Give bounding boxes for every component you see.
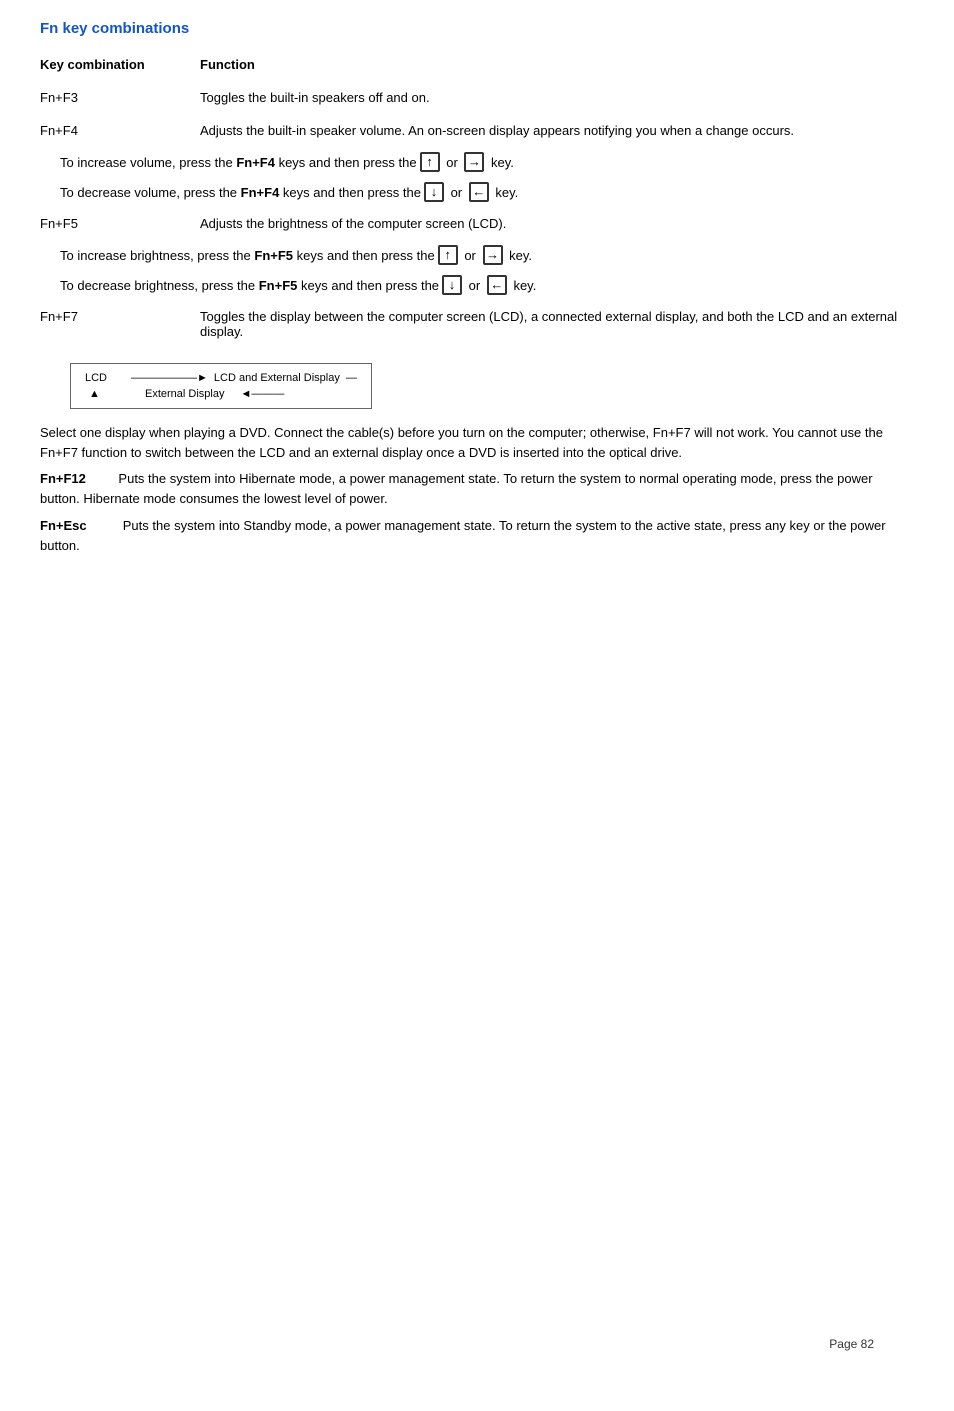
key-text-3: key. <box>506 248 533 263</box>
fn-esc-block: Fn+Esc Puts the system into Standby mode… <box>40 516 914 556</box>
fn-esc-tab <box>90 518 119 533</box>
right-arrow-icon-bright: → <box>483 245 503 265</box>
up-arrow-icon-bright: ↑ <box>438 245 458 265</box>
brightness-decrease-text: To decrease brightness, press the Fn+F5 … <box>60 278 439 293</box>
volume-increase-text: To increase volume, press the Fn+F4 keys… <box>60 155 417 170</box>
key-text-1: key. <box>487 155 514 170</box>
key-text-4: key. <box>510 278 537 293</box>
diagram-up-arrow: ▲ <box>85 388 125 400</box>
header-key-combination: Key combination <box>40 57 200 72</box>
right-arrow-icon: → <box>464 152 484 172</box>
or-text-3: or <box>461 248 480 263</box>
or-text-1: or <box>443 155 462 170</box>
fn-f3-key: Fn+F3 <box>40 90 200 105</box>
page-title: Fn key combinations <box>40 20 914 37</box>
fn-f5-key: Fn+F5 <box>40 216 200 231</box>
fn-f12-key-label: Fn+F12 <box>40 471 86 486</box>
left-arrow-icon-bright: ← <box>487 275 507 295</box>
fn-esc-key-label: Fn+Esc <box>40 518 87 533</box>
key-text-2: key. <box>492 185 519 200</box>
up-arrow-icon: ↑ <box>420 152 440 172</box>
brightness-decrease-line: To decrease brightness, press the Fn+F5 … <box>60 275 914 295</box>
fn-f7-key: Fn+F7 <box>40 309 200 339</box>
diagram-arrow-right: ——————► <box>131 372 208 384</box>
brightness-increase-line: To increase brightness, press the Fn+F5 … <box>60 245 914 265</box>
fn-f7-desc: Toggles the display between the computer… <box>200 309 914 339</box>
diagram-lcd-label: LCD <box>85 372 125 384</box>
fn-f4-key: Fn+F4 <box>40 123 200 138</box>
volume-increase-line: To increase volume, press the Fn+F4 keys… <box>60 152 914 172</box>
diagram-lcd-external-label: LCD and External Display <box>214 372 340 384</box>
left-arrow-icon-vol: ← <box>469 182 489 202</box>
diagram-top-right-connector: — <box>346 372 357 384</box>
volume-decrease-text: To decrease volume, press the Fn+F4 keys… <box>60 185 421 200</box>
diagram-external-label: External Display <box>145 388 224 400</box>
fn-f12-tab <box>90 471 115 486</box>
down-arrow-icon-vol: ↓ <box>424 182 444 202</box>
down-arrow-icon-bright: ↓ <box>442 275 462 295</box>
diagram-back-arrow: ◄——— <box>240 388 284 400</box>
or-text-4: or <box>465 278 484 293</box>
header-function: Function <box>200 57 255 72</box>
brightness-increase-text: To increase brightness, press the Fn+F5 … <box>60 248 435 263</box>
fn-f3-desc: Toggles the built-in speakers off and on… <box>200 90 914 105</box>
fn-f4-desc: Adjusts the built-in speaker volume. An … <box>200 123 914 138</box>
fn-f12-block: Fn+F12 Puts the system into Hibernate mo… <box>40 469 914 509</box>
fn-f12-description: Puts the system into Hibernate mode, a p… <box>40 471 873 506</box>
select-dvd-block: Select one display when playing a DVD. C… <box>40 423 914 463</box>
or-text-2: or <box>447 185 466 200</box>
fn-esc-description: Puts the system into Standby mode, a pow… <box>40 518 886 553</box>
lcd-diagram: LCD ——————► LCD and External Display — ▲… <box>70 363 372 409</box>
page-number: Page 82 <box>829 1337 874 1351</box>
volume-decrease-line: To decrease volume, press the Fn+F4 keys… <box>60 182 914 202</box>
fn-f5-desc: Adjusts the brightness of the computer s… <box>200 216 914 231</box>
